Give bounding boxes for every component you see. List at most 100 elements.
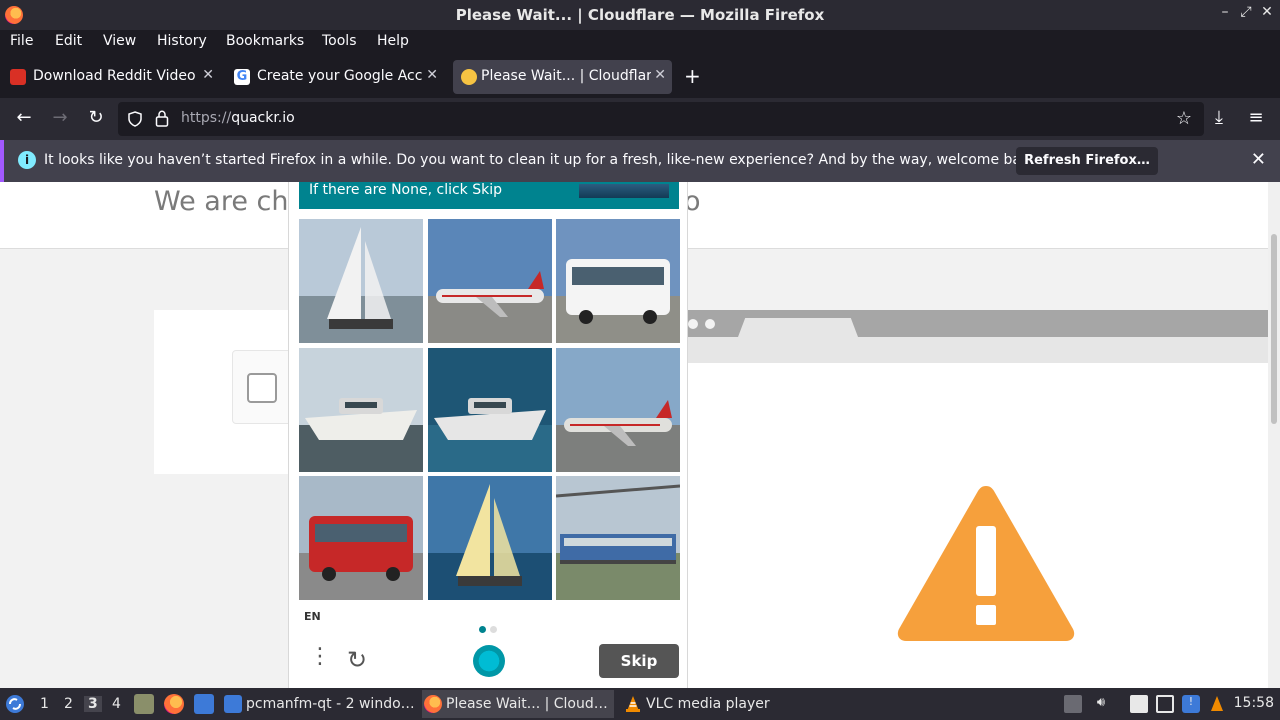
captcha-image-airplane[interactable] (556, 347, 680, 472)
menu-view[interactable]: View (103, 33, 136, 49)
bus-icon (566, 259, 670, 324)
back-arrow-icon[interactable]: ← (12, 107, 36, 128)
captcha-image-speedboat[interactable] (427, 347, 552, 472)
train-icon (556, 484, 680, 564)
url-protocol: https:// (181, 110, 232, 126)
captcha-image-motorboat[interactable] (299, 347, 423, 472)
restore-icon[interactable]: ⤢ (1236, 4, 1256, 20)
tab-label: Download Reddit Videos (33, 68, 195, 84)
workspace-4[interactable]: 4 (112, 696, 121, 712)
language-selector[interactable]: EN (304, 610, 321, 623)
downloads-icon[interactable]: ⤓ (1207, 107, 1231, 128)
task-vlc[interactable]: VLC media player (622, 690, 792, 718)
refresh-firefox-button[interactable]: Refresh Firefox… (1016, 147, 1158, 175)
updates-icon[interactable]: ! (1182, 695, 1200, 713)
menu-history[interactable]: History (157, 33, 207, 49)
captcha-image-bus[interactable] (556, 219, 680, 343)
motorboat-icon (305, 397, 417, 440)
start-menu-icon[interactable] (5, 694, 25, 714)
close-notification-icon[interactable]: ✕ (1251, 149, 1266, 170)
captcha-prompt: If there are None, click Skip (299, 182, 679, 209)
page-dot[interactable] (479, 626, 486, 633)
page-heading: We are ch (154, 186, 289, 217)
page-dot[interactable] (490, 626, 497, 633)
skip-button[interactable]: Skip (599, 644, 679, 678)
menu-help[interactable]: Help (377, 33, 409, 49)
menu-edit[interactable]: Edit (55, 33, 82, 49)
window-titlebar: Please Wait... | Cloudflare — Mozilla Fi… (0, 0, 1280, 30)
reload-icon[interactable]: ↻ (84, 107, 108, 128)
hcaptcha-logo-icon[interactable] (473, 645, 505, 677)
task-label: VLC media player (646, 696, 770, 712)
tab-strip: Download Reddit Videos ✕ G Create your G… (0, 56, 1280, 98)
captcha-sample-image (579, 184, 669, 198)
close-tab-icon[interactable]: ✕ (426, 67, 438, 83)
captcha-checkbox[interactable] (247, 373, 277, 403)
more-options-icon[interactable]: ⋮ (309, 644, 331, 669)
illustration-dot (688, 319, 698, 329)
workspace-3[interactable]: 3 (84, 696, 102, 712)
navigation-toolbar: ← → ↻ https://quackr.io ☆ ⤓ ≡ (0, 98, 1280, 140)
captcha-image-bus[interactable] (299, 476, 423, 600)
google-favicon-icon: G (234, 69, 250, 85)
tab-cloudflare[interactable]: Please Wait... | Cloudflare ✕ (453, 60, 672, 94)
workspace-2[interactable]: 2 (64, 696, 73, 712)
close-tab-icon[interactable]: ✕ (654, 67, 666, 83)
url-host: quackr.io (231, 110, 295, 126)
task-label: Please Wait... | Cloud… (446, 696, 608, 712)
captcha-prompt-text: If there are None, click Skip (309, 182, 503, 198)
menu-bar: File Edit View History Bookmarks Tools H… (0, 30, 1280, 54)
firefox-launcher-icon[interactable] (164, 694, 184, 714)
app-menu-icon[interactable]: ≡ (1244, 107, 1268, 128)
tab-label: Please Wait... | Cloudflare (481, 68, 651, 84)
folder-icon (224, 695, 242, 713)
address-bar[interactable]: https://quackr.io ☆ (118, 102, 1204, 136)
captcha-image-grid (299, 219, 680, 600)
tab-reddit-downloader[interactable]: Download Reddit Videos ✕ (2, 60, 220, 94)
menu-tools[interactable]: Tools (322, 33, 357, 49)
vlc-icon (626, 696, 640, 712)
page-scrollbar[interactable] (1268, 182, 1280, 688)
page-indicator (479, 618, 501, 637)
captcha-challenge-panel: If there are None, click Skip EN ⋮ ↻ Ski… (288, 182, 688, 688)
close-tab-icon[interactable]: ✕ (202, 67, 214, 83)
notification-message: It looks like you haven’t started Firefo… (44, 152, 1043, 168)
captcha-image-sailboat[interactable] (427, 476, 552, 600)
menu-file[interactable]: File (10, 33, 33, 49)
bookmark-star-icon[interactable]: ☆ (1176, 108, 1192, 129)
new-tab-icon[interactable]: + (684, 64, 701, 88)
close-window-icon[interactable]: ✕ (1257, 4, 1277, 20)
clock: 15:58 (1233, 695, 1274, 711)
captcha-image-sailboat[interactable] (299, 219, 423, 343)
refresh-challenge-icon[interactable]: ↻ (347, 646, 367, 674)
url-text[interactable]: https://quackr.io (181, 110, 295, 126)
tray-app-icon[interactable] (1064, 695, 1082, 713)
clipboard-icon[interactable] (1130, 695, 1148, 713)
captcha-image-train[interactable] (556, 476, 680, 600)
display-icon[interactable] (1156, 695, 1174, 713)
desktop-launcher-icon[interactable] (194, 694, 214, 714)
taskbar: 1 2 3 4 pcmanfm-qt - 2 windo… Please Wai… (0, 688, 1280, 720)
captcha-image-airplane[interactable] (427, 219, 552, 343)
airplane-icon (435, 271, 544, 317)
menu-bookmarks[interactable]: Bookmarks (226, 33, 304, 49)
task-pcmanfm[interactable]: pcmanfm-qt - 2 windo… (222, 690, 415, 718)
minimize-icon[interactable]: – (1215, 4, 1235, 20)
speedboat-icon (433, 397, 546, 440)
reddit-favicon-icon (10, 69, 26, 85)
shield-icon[interactable] (127, 111, 143, 127)
airplane-icon (564, 399, 672, 446)
info-icon: i (18, 151, 36, 169)
tab-google-account[interactable]: G Create your Google Acco ✕ (226, 60, 444, 94)
volume-icon[interactable]: 🔊︎ (1092, 695, 1110, 713)
forward-arrow-icon[interactable]: → (48, 107, 72, 128)
illustration-dot (705, 319, 715, 329)
scrollbar-thumb[interactable] (1271, 234, 1277, 424)
task-firefox[interactable]: Please Wait... | Cloud… (422, 690, 614, 718)
firefox-icon (424, 695, 442, 713)
lock-icon[interactable] (155, 110, 169, 127)
files-launcher-icon[interactable] (134, 694, 154, 714)
workspace-1[interactable]: 1 (40, 696, 49, 712)
window-title: Please Wait... | Cloudflare — Mozilla Fi… (455, 6, 825, 24)
vlc-tray-icon[interactable] (1208, 695, 1226, 713)
